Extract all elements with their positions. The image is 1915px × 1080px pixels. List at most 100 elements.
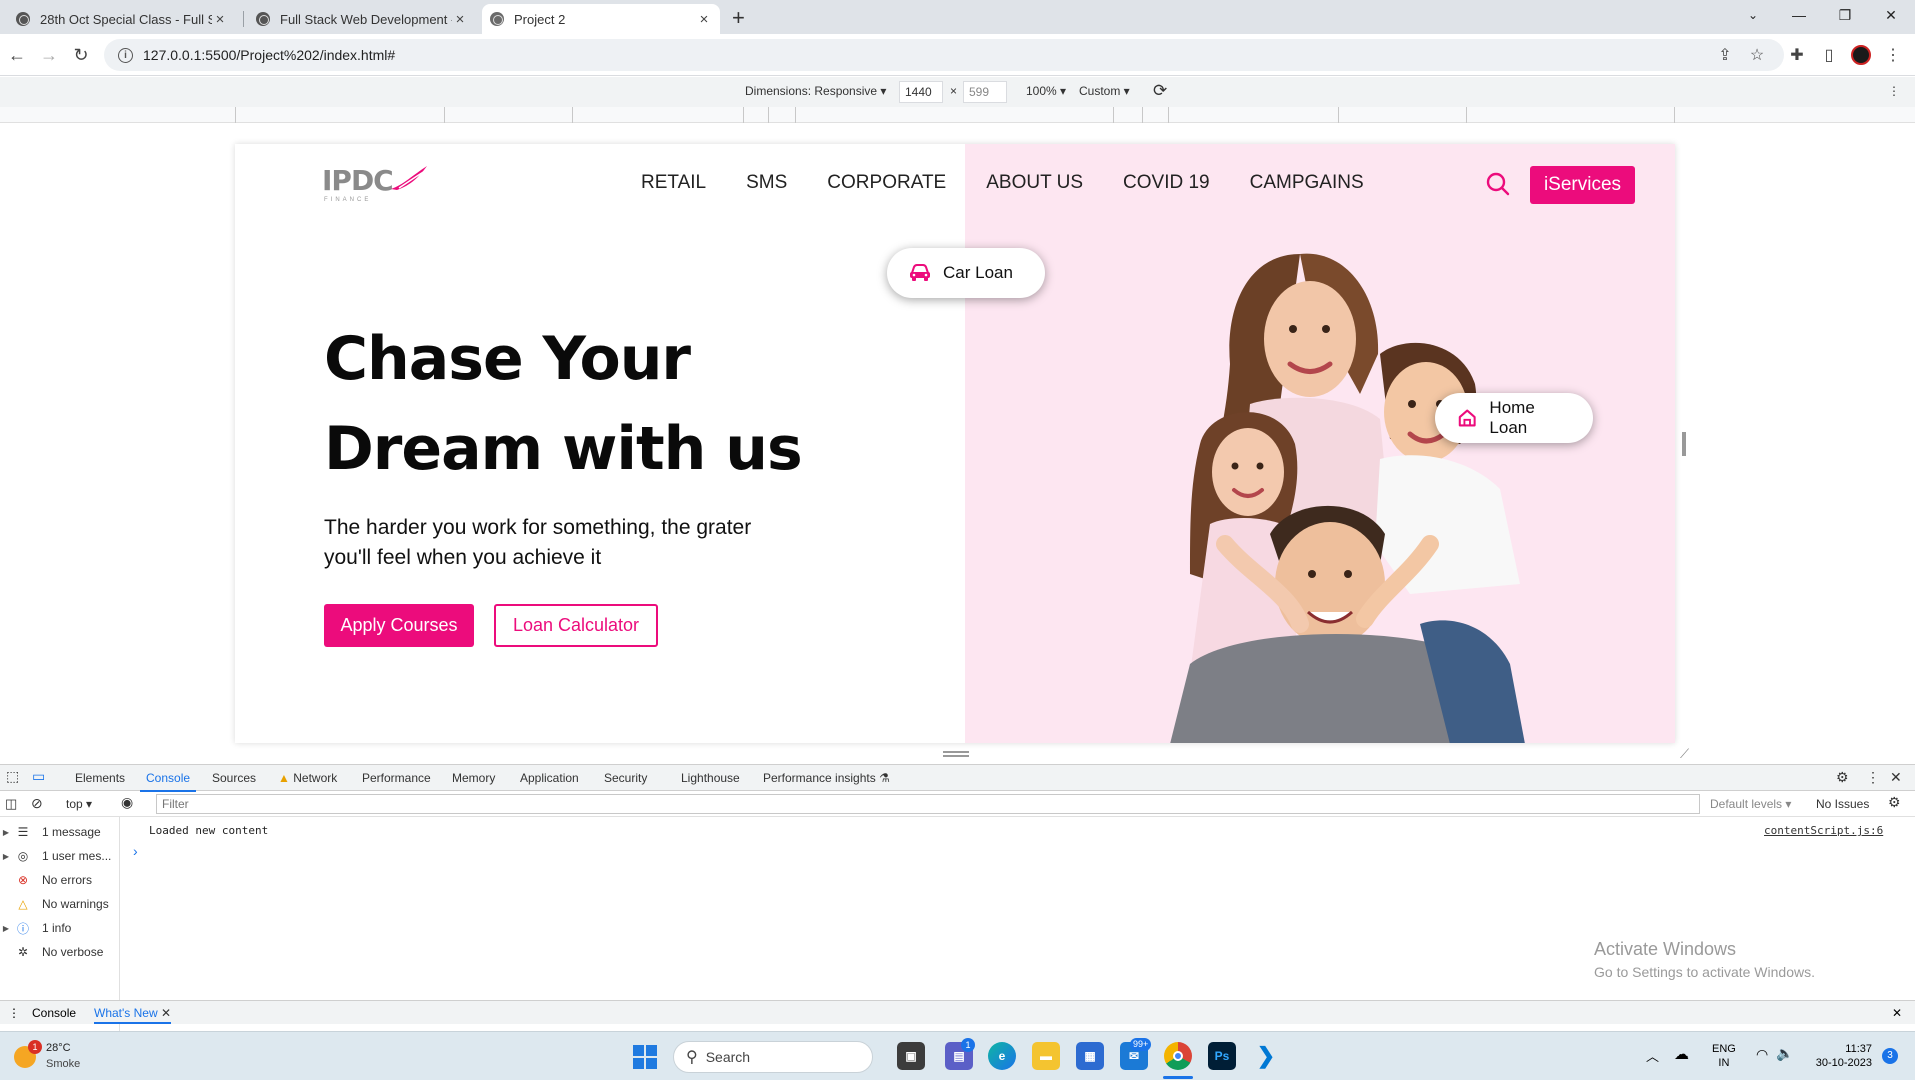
menu-kebab-icon[interactable]: ⋮ [1882, 44, 1904, 66]
new-tab-icon[interactable]: + [732, 5, 745, 31]
weather-widget[interactable]: 1 [14, 1040, 44, 1070]
edge-browser-icon[interactable]: e [988, 1042, 1016, 1070]
close-window-icon[interactable]: ✕ [1868, 0, 1914, 30]
minimize-icon[interactable]: — [1776, 0, 1822, 30]
dimensions-dropdown[interactable]: Dimensions: Responsive ▾ [745, 84, 886, 98]
issues-counter[interactable]: No Issues [1816, 797, 1869, 811]
back-icon[interactable]: ← [4, 42, 30, 68]
close-tab-icon[interactable]: × [452, 11, 468, 28]
nav-covid-19[interactable]: COVID 19 [1123, 172, 1210, 194]
ipdc-logo[interactable]: IPDC FINANCE [322, 164, 429, 203]
close-devtools-icon[interactable]: ✕ [1890, 769, 1902, 786]
reload-icon[interactable]: ↻ [68, 42, 94, 68]
rotate-icon[interactable]: ⟳ [1153, 81, 1167, 101]
zoom-dropdown[interactable]: 100% ▾ [1026, 84, 1066, 98]
close-drawer-tab-icon[interactable]: ✕ [161, 1006, 171, 1020]
tab-memory[interactable]: Memory [452, 771, 495, 785]
restore-icon[interactable]: ❐ [1822, 0, 1868, 30]
show-hidden-icons[interactable]: ︿ [1646, 1046, 1659, 1065]
nav-retail[interactable]: RETAIL [641, 172, 706, 194]
log-levels-dropdown[interactable]: Default levels ▾ [1710, 797, 1791, 811]
clear-console-icon[interactable]: ⊘ [31, 795, 43, 812]
browser-tab[interactable]: 28th Oct Special Class - Full Stac × [8, 4, 236, 34]
sidebar-item-verbose[interactable]: ✲ No verbose [0, 942, 120, 962]
volume-icon[interactable]: 🔈 [1776, 1045, 1793, 1062]
search-icon[interactable] [1485, 171, 1511, 202]
sidebar-item-errors[interactable]: ⊗ No errors [0, 870, 120, 890]
loan-calculator-button[interactable]: Loan Calculator [494, 604, 658, 647]
nav-corporate[interactable]: CORPORATE [827, 172, 946, 194]
nav-sms[interactable]: SMS [746, 172, 787, 194]
tab-title: 28th Oct Special Class - Full Stac [40, 11, 212, 27]
extensions-icon[interactable]: ✚ [1786, 44, 1808, 66]
sidebar-item-messages[interactable]: ▶ ☰ 1 message [0, 822, 120, 842]
task-view-icon[interactable]: ▣ [897, 1042, 925, 1070]
device-toggle-icon[interactable]: ▭ [32, 768, 45, 785]
chrome-icon[interactable] [1164, 1042, 1192, 1070]
console-settings-icon[interactable]: ⚙ [1888, 794, 1901, 811]
vscode-icon[interactable]: ❯ [1252, 1042, 1280, 1070]
resize-corner-icon[interactable]: ⟋ [1680, 746, 1689, 762]
dimensions-separator: × [950, 84, 958, 98]
tab-search-icon[interactable]: ⌄ [1730, 0, 1776, 30]
tab-lighthouse[interactable]: Lighthouse [681, 771, 740, 785]
nav-campaigns[interactable]: CAMPGAINS [1250, 172, 1364, 194]
notification-count-badge[interactable]: 3 [1882, 1048, 1898, 1064]
iservices-button[interactable]: iServices [1530, 166, 1635, 204]
clock[interactable]: 11:37 30-10-2023 [1808, 1042, 1872, 1070]
tab-performance[interactable]: Performance [362, 771, 431, 785]
viewport-resize-handle-bottom[interactable] [943, 751, 969, 757]
context-selector[interactable]: top ▾ [66, 797, 92, 811]
tab-network[interactable]: ▲ Network [278, 771, 337, 785]
language-indicator[interactable]: ENG IN [1712, 1042, 1736, 1070]
tab-application[interactable]: Application [520, 771, 579, 785]
viewport-resize-handle-right[interactable] [1682, 432, 1686, 456]
close-tab-icon[interactable]: × [212, 11, 228, 28]
throttle-dropdown[interactable]: Custom ▾ [1079, 84, 1130, 98]
console-log-source-link[interactable]: contentScript.js:6 [1764, 824, 1883, 837]
tab-security[interactable]: Security [604, 771, 647, 785]
address-bar[interactable]: i 127.0.0.1:5500/Project%202/index.html# [104, 39, 1784, 71]
sidebar-item-warnings[interactable]: △ No warnings [0, 894, 120, 914]
share-icon[interactable]: ⇪ [1714, 44, 1736, 66]
drawer-tab-whats-new[interactable]: What's New ✕ [94, 1006, 172, 1024]
microsoft-store-icon[interactable]: ▦ [1076, 1042, 1104, 1070]
profile-avatar[interactable] [1850, 44, 1872, 66]
photoshop-icon[interactable]: Ps [1208, 1042, 1236, 1070]
device-more-icon[interactable]: ⋮ [1888, 84, 1900, 98]
start-windows-icon[interactable] [633, 1045, 657, 1069]
apply-courses-button[interactable]: Apply Courses [324, 604, 474, 647]
browser-tab-active[interactable]: Project 2 × [482, 4, 720, 34]
tab-sources[interactable]: Sources [212, 771, 256, 785]
close-tab-icon[interactable]: × [696, 11, 712, 28]
devtools-menu-icon[interactable]: ⋮ [1866, 769, 1880, 786]
settings-gear-icon[interactable]: ⚙ [1836, 769, 1849, 786]
width-input[interactable]: 1440 [899, 81, 943, 103]
browser-tab[interactable]: Full Stack Web Development - C × [248, 4, 476, 34]
sidebar-item-user-messages[interactable]: ▶ ◎ 1 user mes... [0, 846, 120, 866]
car-loan-badge[interactable]: Car Loan [887, 248, 1045, 298]
network-status-icon[interactable]: ☁ [1674, 1045, 1689, 1063]
console-prompt[interactable]: › [133, 843, 138, 859]
tab-console[interactable]: Console [139, 771, 197, 792]
nav-about-us[interactable]: ABOUT US [986, 172, 1083, 194]
drawer-tab-console[interactable]: Console [32, 1006, 76, 1020]
taskbar-search[interactable]: ⚲ Search [673, 1041, 873, 1073]
live-expression-eye-icon[interactable]: ◉ [121, 794, 133, 811]
height-input[interactable]: 599 [963, 81, 1007, 103]
home-loan-badge[interactable]: Home Loan [1435, 393, 1593, 443]
sidebar-toggle-icon[interactable]: ◫ [5, 796, 17, 812]
side-panel-icon[interactable]: ▯ [1818, 44, 1840, 66]
close-drawer-icon[interactable]: ✕ [1892, 1006, 1902, 1020]
tab-elements[interactable]: Elements [75, 771, 125, 785]
console-filter-input[interactable] [156, 794, 1700, 814]
site-info-icon[interactable]: i [118, 47, 133, 63]
inspect-element-icon[interactable]: ⬚ [6, 768, 19, 785]
file-explorer-icon[interactable]: ▬ [1032, 1042, 1060, 1070]
sidebar-item-info[interactable]: ▶ ⓘ 1 info [0, 918, 120, 938]
forward-icon[interactable]: → [36, 42, 62, 68]
wifi-icon[interactable]: ◠ [1756, 1046, 1768, 1063]
bookmark-star-icon[interactable]: ☆ [1746, 44, 1768, 66]
tab-performance-insights[interactable]: Performance insights ⚗ [763, 771, 890, 785]
drawer-menu-icon[interactable]: ⋮ [8, 1006, 20, 1020]
